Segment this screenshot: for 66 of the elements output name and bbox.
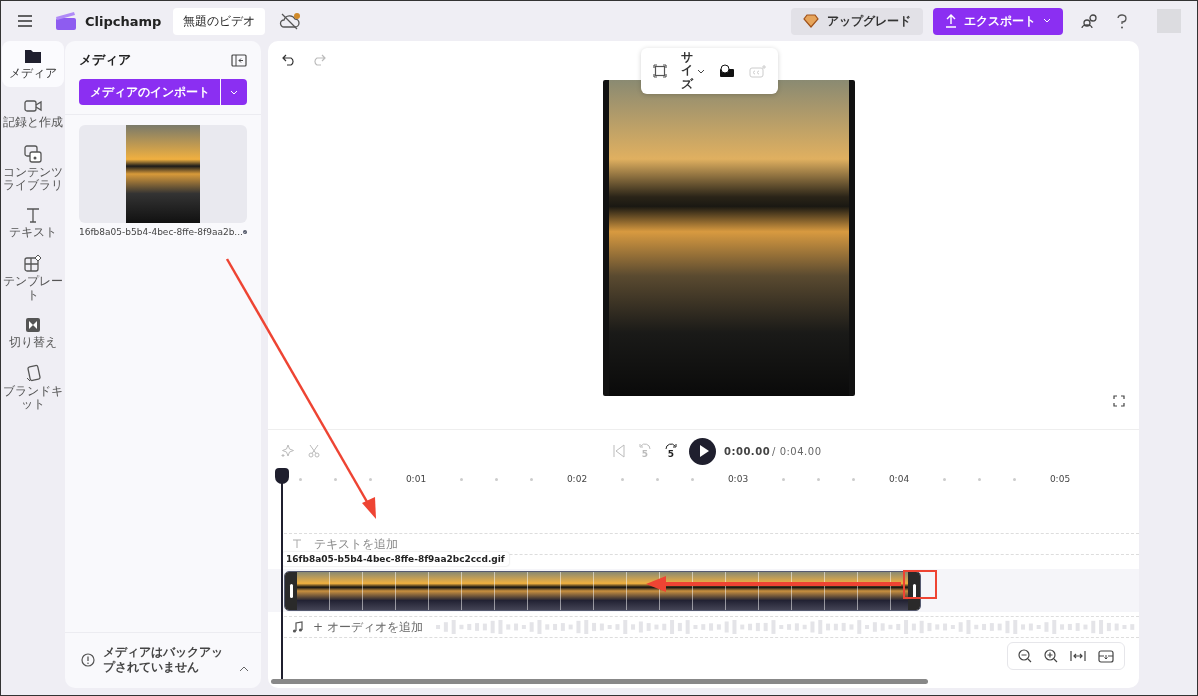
expand-timeline-icon[interactable] [1098, 649, 1114, 663]
text-icon [292, 539, 302, 549]
crop-frame-icon[interactable] [653, 64, 667, 78]
menu-button[interactable] [17, 14, 33, 28]
ruler-time-label: 0:04 [887, 474, 911, 484]
annotation-highlight [903, 570, 937, 599]
cloud-off-icon[interactable] [279, 12, 302, 30]
play-button[interactable] [689, 437, 716, 465]
fit-width-icon[interactable] [1070, 650, 1086, 662]
media-thumbnail-card[interactable] [79, 125, 247, 223]
fullscreen-icon[interactable] [1113, 395, 1125, 407]
project-title-field[interactable]: 無題のビデオ [173, 7, 266, 35]
add-audio-track[interactable]: + オーディオを追加 [313, 618, 423, 636]
sidebar-item[interactable]: メディア [2, 41, 64, 87]
info-icon [81, 653, 95, 668]
caret-up-icon[interactable] [239, 666, 249, 672]
palette-icon[interactable] [719, 64, 735, 78]
media-file-name: 16fb8a05-b5b4-4bec-8ffe-8f9aa2b... [79, 227, 243, 237]
undo-icon[interactable] [282, 54, 296, 66]
forward-arrow-icon [665, 443, 677, 450]
caret-down-icon [697, 68, 705, 74]
ruler-time-label: 0:03 [726, 474, 750, 484]
collapse-panel-icon[interactable] [231, 53, 247, 67]
skip-to-start-icon[interactable] [613, 444, 625, 458]
text-icon [25, 207, 41, 224]
sidebar-item[interactable]: コンテンツライブラリ [2, 141, 64, 197]
music-note-icon [292, 621, 303, 633]
backup-notice: メディアはバックアップされていません [103, 644, 224, 676]
import-media-button[interactable]: メディアのインポート [79, 79, 220, 105]
upload-icon [945, 14, 957, 28]
sidebar-item[interactable]: ブランドキット [2, 359, 64, 416]
zoom-out-icon[interactable] [1018, 649, 1032, 663]
transition-icon [25, 316, 41, 333]
help-icon[interactable] [1117, 13, 1127, 29]
upgrade-button[interactable]: アップグレード [791, 7, 923, 35]
brand-kit-icon [25, 363, 41, 382]
ruler-time-label: 0:05 [1048, 474, 1072, 484]
library-icon [24, 145, 42, 163]
current-time: 0:00.00 [724, 445, 771, 457]
sidebar-item[interactable]: テキスト [2, 200, 64, 247]
template-icon [24, 254, 42, 273]
size-dropdown[interactable]: サイズ [681, 51, 705, 91]
rewind-arrow-icon [639, 443, 651, 450]
app-name: Clipchamp [85, 13, 162, 29]
add-text-track[interactable]: テキストを追加 [314, 535, 398, 553]
clip-file-name: 16fb8a05-b5b4-4bec-8ffe-8f9aa2bc2ccd.gif [282, 552, 509, 566]
export-button[interactable]: エクスポート [933, 7, 1063, 35]
trim-handle[interactable] [285, 571, 297, 610]
sidebar-item[interactable]: テンプレート [2, 250, 64, 306]
ruler-time-label: 0:02 [565, 474, 589, 484]
total-duration: / 0:04.00 [772, 445, 822, 457]
diamond-icon [803, 14, 819, 28]
ruler-time-label: 0:01 [404, 474, 428, 484]
video-camera-icon [24, 98, 42, 113]
zoom-in-icon[interactable] [1044, 649, 1058, 663]
panel-title: メディア [79, 51, 131, 69]
sidebar-item[interactable]: 切り替え [2, 309, 64, 356]
caret-down-icon [1043, 18, 1051, 24]
caret-down-icon [230, 89, 238, 95]
play-icon [698, 445, 709, 457]
sidebar-item[interactable]: 記録と作成 [2, 91, 64, 137]
folder-icon [24, 47, 42, 64]
forward-5-seconds-button[interactable]: 5 [665, 443, 677, 459]
clapperboard-logo-icon [55, 11, 77, 31]
scrollbar[interactable] [271, 679, 928, 684]
people-icon[interactable] [1081, 13, 1099, 29]
